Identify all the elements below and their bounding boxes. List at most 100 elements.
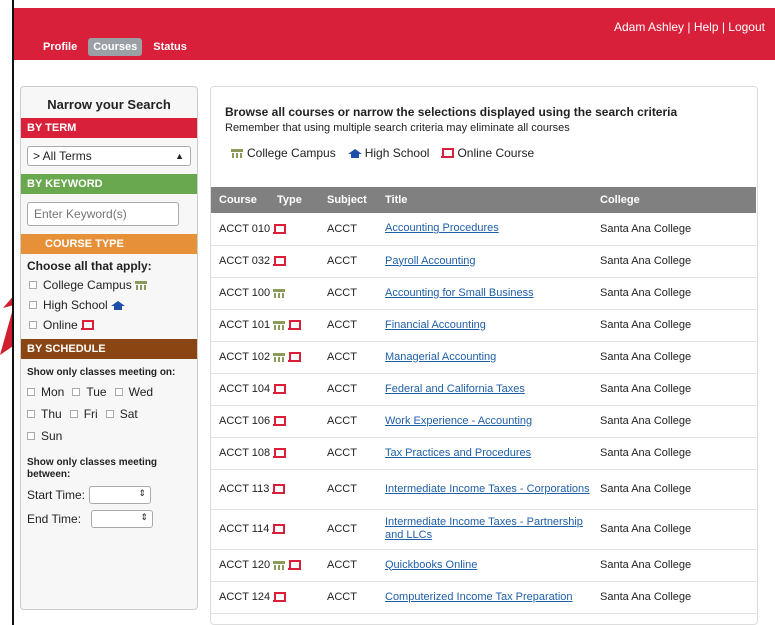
col-course[interactable]: Course xyxy=(211,187,269,213)
subject-cell: ACCT xyxy=(319,469,377,510)
subject-cell: ACCT xyxy=(319,549,377,582)
type-option-label: Online xyxy=(43,318,78,332)
checkbox[interactable] xyxy=(69,410,78,418)
legend-highschool: High School xyxy=(364,146,430,160)
section-by-keyword: BY KEYWORD xyxy=(21,174,197,194)
subject-cell: ACCT xyxy=(319,341,377,374)
day-sat[interactable]: Sat xyxy=(105,407,138,421)
table-row[interactable]: ACCT 108 ACCT Tax Practices and Procedure… xyxy=(211,437,756,470)
checkbox[interactable] xyxy=(27,388,35,396)
college-cell: Santa Ana College xyxy=(592,373,756,406)
online-course-icon xyxy=(81,320,95,330)
table-row[interactable]: ACCT 106 ACCT Work Experience - Accountin… xyxy=(211,405,756,438)
course-title-link[interactable]: Quickbooks Online xyxy=(377,549,592,582)
course-title-link[interactable]: Accounting Procedures xyxy=(377,213,592,246)
type-option-online[interactable]: Online xyxy=(21,315,197,335)
col-subject[interactable]: Subject xyxy=(319,187,377,213)
course-title-link[interactable]: Accounting for Small Business xyxy=(377,277,592,310)
college-cell: Santa Ana College xyxy=(592,277,756,310)
nav-status[interactable]: Status xyxy=(148,38,192,56)
course-title-link[interactable]: Managerial Accounting xyxy=(377,341,592,374)
course-cell: ACCT 100 xyxy=(211,277,319,310)
course-type-icons xyxy=(273,415,287,427)
checkbox[interactable] xyxy=(29,301,37,309)
section-by-term: BY TERM xyxy=(21,118,197,138)
course-cell: ACCT 108 xyxy=(211,437,319,470)
college-cell: Santa Ana College xyxy=(592,245,756,278)
day-thu[interactable]: Thu xyxy=(27,407,62,421)
table-row[interactable]: ACCT 104 ACCT Federal and California Taxe… xyxy=(211,373,756,406)
course-title-link[interactable]: Work Experience - Accounting xyxy=(377,405,592,438)
legend-online: Online Course xyxy=(457,146,535,160)
day-label: Sat xyxy=(119,407,138,421)
end-time-label: End Time: xyxy=(27,512,82,526)
table-row[interactable]: ACCT 113 ACCT Intermediate Income Taxes -… xyxy=(211,469,756,510)
course-title-link[interactable]: Federal and California Taxes xyxy=(377,373,592,406)
checkbox[interactable] xyxy=(105,410,114,418)
sidebar-title: Narrow your Search xyxy=(47,97,171,112)
start-time-select[interactable]: ⇕ xyxy=(89,486,152,504)
subject-cell: ACCT xyxy=(319,437,377,470)
table-row[interactable]: ACCT 102 ACCT Managerial Accounting Santa … xyxy=(211,341,756,374)
table-row[interactable]: ACCT 101 ACCT Financial Accounting Santa A… xyxy=(211,309,756,342)
day-label: Thu xyxy=(41,407,62,421)
course-type-icons xyxy=(273,591,287,603)
type-option-campus[interactable]: College Campus xyxy=(21,275,197,295)
checkbox[interactable] xyxy=(72,388,81,396)
search-sidebar: Narrow your Search BY TERM > All Terms ▲… xyxy=(20,86,198,610)
day-fri[interactable]: Fri xyxy=(69,407,98,421)
legend-campus: College Campus xyxy=(247,146,336,160)
checkbox[interactable] xyxy=(27,432,35,440)
term-select[interactable]: > All Terms ▲ xyxy=(27,146,191,166)
section-by-schedule: BY SCHEDULE xyxy=(21,339,197,359)
type-option-highschool[interactable]: High School xyxy=(21,295,197,315)
online-course-icon xyxy=(273,416,287,427)
course-type-icons xyxy=(273,287,286,299)
nav-profile[interactable]: Profile xyxy=(38,38,82,56)
table-row[interactable]: ACCT 032 ACCT Payroll Accounting Santa Ana… xyxy=(211,245,756,278)
browse-instructions: Browse all courses or narrow the selecti… xyxy=(225,105,678,119)
course-type-icons xyxy=(272,483,286,495)
course-code: ACCT 032 xyxy=(219,255,271,267)
course-title-link[interactable]: Intermediate Income Taxes - Corporations xyxy=(377,469,592,510)
college-cell: Santa Ana College xyxy=(592,581,756,614)
course-cell: ACCT 032 xyxy=(211,245,319,278)
user-links[interactable]: Adam Ashley | Help | Logout xyxy=(614,20,765,34)
college-cell: Santa Ana College xyxy=(592,309,756,342)
table-row[interactable]: ACCT 124 ACCT Computerized Income Tax Pre… xyxy=(211,581,756,614)
checkbox[interactable] xyxy=(114,388,123,396)
day-mon[interactable]: Mon xyxy=(27,385,64,399)
col-college[interactable]: College xyxy=(592,187,756,213)
day-tue[interactable]: Tue xyxy=(72,385,107,399)
course-title-link[interactable]: Computerized Income Tax Preparation xyxy=(377,581,592,614)
course-cell: ACCT 104 xyxy=(211,373,319,406)
keyword-input[interactable] xyxy=(27,202,179,226)
day-wed[interactable]: Wed xyxy=(114,385,153,399)
choose-all-label: Choose all that apply: xyxy=(27,259,152,273)
course-type-icons xyxy=(273,559,302,571)
course-type-icons xyxy=(273,319,302,331)
nav-courses[interactable]: Courses xyxy=(88,38,143,56)
course-type-icons xyxy=(273,383,287,395)
term-select-value: > All Terms xyxy=(33,149,92,163)
course-title-link[interactable]: Financial Accounting xyxy=(377,309,592,342)
table-row[interactable]: ACCT 010 ACCT Accounting Procedures Santa … xyxy=(211,213,756,246)
table-row[interactable]: ACCT 100 ACCT Accounting for Small Busine… xyxy=(211,277,756,310)
col-title[interactable]: Title xyxy=(377,187,592,213)
table-row[interactable]: ACCT 114 ACCT Intermediate Income Taxes -… xyxy=(211,509,756,550)
course-title-link[interactable]: Tax Practices and Procedures xyxy=(377,437,592,470)
table-row[interactable]: ACCT 120 ACCT Quickbooks Online Santa Ana … xyxy=(211,549,756,582)
day-sun[interactable]: Sun xyxy=(27,429,62,443)
course-title-link[interactable]: Payroll Accounting xyxy=(377,245,592,278)
end-time-select[interactable]: ⇕ xyxy=(91,510,154,528)
user-links-text[interactable]: Adam Ashley | Help | Logout xyxy=(614,20,765,34)
college-campus-icon xyxy=(135,280,148,290)
course-title-link[interactable]: Intermediate Income Taxes - Partnership … xyxy=(377,509,592,550)
main-nav: Profile Courses Status xyxy=(38,38,192,56)
day-label: Tue xyxy=(86,385,107,399)
checkbox[interactable] xyxy=(29,281,37,289)
section-course-type: COURSE TYPE xyxy=(21,234,197,254)
checkbox[interactable] xyxy=(29,321,37,329)
checkbox[interactable] xyxy=(27,410,35,418)
col-type[interactable]: Type xyxy=(269,187,319,213)
